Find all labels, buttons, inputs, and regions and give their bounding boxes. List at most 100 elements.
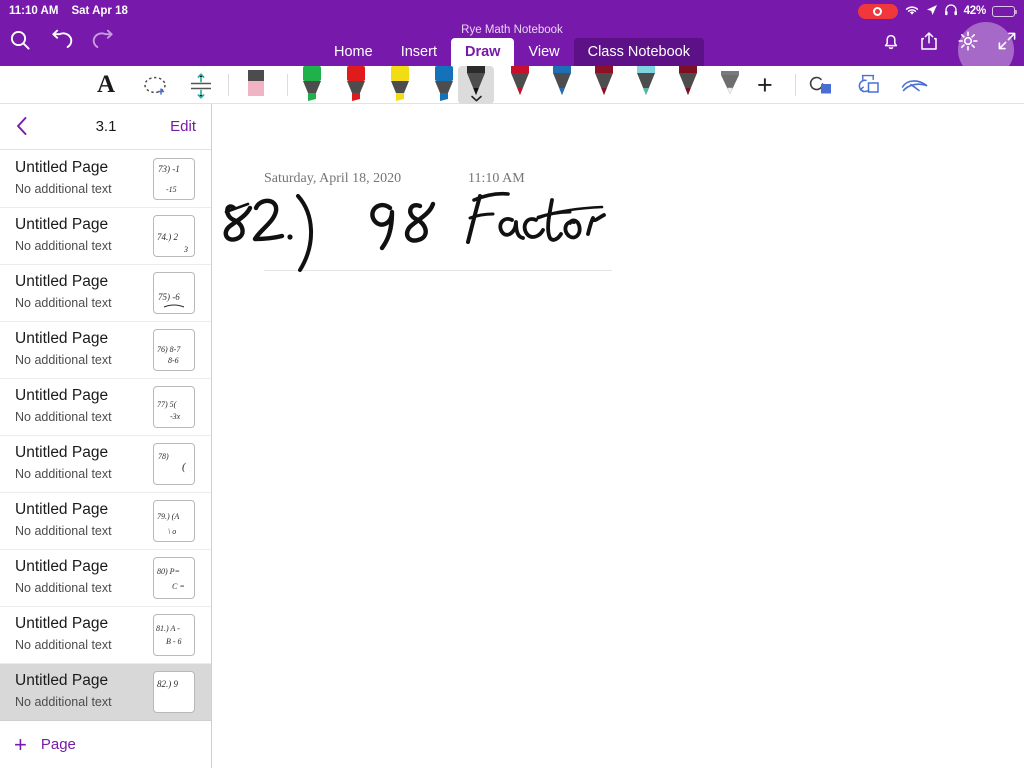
highlighter-yellow[interactable] (382, 66, 418, 104)
highlighter-red[interactable] (338, 66, 374, 104)
settings-gear-icon[interactable] (956, 29, 980, 58)
list-item[interactable]: Untitled Page No additional text 77) 5( … (0, 379, 211, 436)
page-subtitle: No additional text (15, 410, 112, 424)
page-subtitle: No additional text (15, 695, 112, 709)
page-subtitle: No additional text (15, 182, 112, 196)
note-canvas[interactable]: Saturday, April 18, 2020 11:10 AM (212, 104, 1024, 768)
page-subtitle: No additional text (15, 239, 112, 253)
eraser-tool[interactable] (238, 66, 274, 104)
page-title: Untitled Page (15, 330, 109, 347)
tab-draw[interactable]: Draw (450, 38, 515, 66)
share-icon[interactable] (918, 30, 940, 57)
list-item[interactable]: Untitled Page No additional text 76) 8-7… (0, 322, 211, 379)
location-icon (926, 4, 938, 19)
ribbon-tabs: Home Insert Draw View Class Notebook (0, 38, 1024, 66)
add-pen-button[interactable]: + (757, 71, 773, 99)
pen-white[interactable] (712, 66, 748, 104)
page-title: Untitled Page (15, 501, 109, 518)
screen-record-icon[interactable] (857, 3, 898, 19)
page-title: Untitled Page (15, 159, 109, 176)
page-thumbnail: 80) P= C = (153, 557, 195, 599)
svg-text:C =: C = (172, 582, 185, 591)
edit-button[interactable]: Edit (170, 118, 196, 135)
battery-icon (992, 5, 1018, 17)
page-thumbnail: 82.) 9 (153, 671, 195, 713)
record-dot (873, 6, 883, 16)
page-title: Untitled Page (15, 444, 109, 461)
tab-class-notebook[interactable]: Class Notebook (573, 38, 704, 66)
svg-text:76) 8-7: 76) 8-7 (157, 345, 181, 354)
svg-text:80) P=: 80) P= (157, 567, 180, 576)
status-bar-left: 11:10 AM Sat Apr 18 (9, 5, 128, 17)
page-thumbnail: 73) -1 -15 (153, 158, 195, 200)
svg-text:78): 78) (158, 452, 169, 461)
page-thumbnail: 78) ( (153, 443, 195, 485)
battery-percent: 42% (963, 5, 987, 17)
tab-insert[interactable]: Insert (387, 38, 451, 66)
pen-black-selected[interactable] (458, 66, 494, 104)
page-title: Untitled Page (15, 387, 109, 404)
wifi-icon (904, 4, 920, 19)
svg-text:81.) A -: 81.) A - (156, 624, 180, 633)
page-title: Untitled Page (15, 558, 109, 575)
list-item[interactable]: Untitled Page No additional text 80) P= … (0, 550, 211, 607)
svg-text:(: ( (182, 461, 187, 473)
svg-text:3: 3 (183, 245, 188, 254)
page-thumbnail: 79.) (A \ o (153, 500, 195, 542)
add-page-button[interactable]: + Page (0, 720, 211, 768)
page-title: Untitled Page (15, 672, 109, 689)
page-title: Untitled Page (15, 615, 109, 632)
page-thumbnail: 74.) 2 3 (153, 215, 195, 257)
plus-icon: + (14, 731, 27, 757)
lasso-select-icon[interactable] (141, 74, 171, 103)
pen-maroon[interactable] (670, 66, 706, 104)
page-subtitle: No additional text (15, 524, 112, 538)
highlighter-green[interactable] (294, 66, 330, 104)
ink-to-text-icon[interactable] (900, 76, 930, 101)
svg-text:79.) (A: 79.) (A (157, 512, 179, 521)
highlighter-blue[interactable] (426, 66, 462, 104)
list-item[interactable]: Untitled Page No additional text 74.) 2 … (0, 208, 211, 265)
list-item[interactable]: Untitled Page No additional text 78) ( (0, 436, 211, 493)
page-title: Untitled Page (15, 216, 109, 233)
svg-text:75) -6: 75) -6 (158, 292, 180, 302)
text-tool-button[interactable]: A (97, 72, 115, 98)
handwriting-ink (223, 191, 606, 272)
svg-text:\ o: \ o (168, 527, 176, 536)
toolbar-divider-3 (795, 74, 796, 96)
pen-blue[interactable] (544, 66, 580, 104)
insert-space-icon[interactable] (187, 72, 215, 105)
ink-replay-icon[interactable] (854, 74, 882, 103)
notification-bell-icon[interactable] (880, 30, 902, 57)
list-item[interactable]: Untitled Page No additional text 73) -1 … (0, 151, 211, 208)
svg-text:74.) 2: 74.) 2 (157, 232, 178, 242)
ink-to-shape-icon[interactable] (808, 75, 836, 102)
chevron-down-icon[interactable] (470, 94, 483, 103)
pen-red[interactable] (502, 66, 538, 104)
fullscreen-expand-icon[interactable] (996, 30, 1018, 57)
page-thumbnail: 76) 8-7 8-6 (153, 329, 195, 371)
list-item-selected[interactable]: Untitled Page No additional text 82.) 9 (0, 664, 211, 721)
pen-dark-red[interactable] (586, 66, 622, 104)
list-item[interactable]: Untitled Page No additional text 79.) (A… (0, 493, 211, 550)
sidebar-header: 3.1 Edit (0, 104, 211, 150)
svg-text:-3x: -3x (170, 412, 181, 421)
pen-teal[interactable] (628, 66, 664, 104)
tab-view[interactable]: View (514, 38, 573, 66)
svg-text:-15: -15 (166, 185, 177, 194)
page-thumbnail: 75) -6 (153, 272, 195, 314)
svg-text:82.) 9: 82.) 9 (157, 679, 178, 689)
tab-home[interactable]: Home (320, 38, 387, 66)
list-item[interactable]: Untitled Page No additional text 75) -6 (0, 265, 211, 322)
draw-toolbar: A + (0, 66, 1024, 104)
list-item[interactable]: Untitled Page No additional text 81.) A … (0, 607, 211, 664)
status-bar-right: 42% (857, 3, 1018, 19)
svg-text:73) -1: 73) -1 (158, 164, 180, 174)
toolbar-divider-1 (228, 74, 229, 96)
page-list[interactable]: Untitled Page No additional text 73) -1 … (0, 151, 211, 721)
ribbon-right-actions (880, 29, 1018, 58)
page-subtitle: No additional text (15, 467, 112, 481)
page-subtitle: No additional text (15, 581, 112, 595)
svg-text:B - 6: B - 6 (166, 637, 182, 646)
toolbar-divider-2 (287, 74, 288, 96)
